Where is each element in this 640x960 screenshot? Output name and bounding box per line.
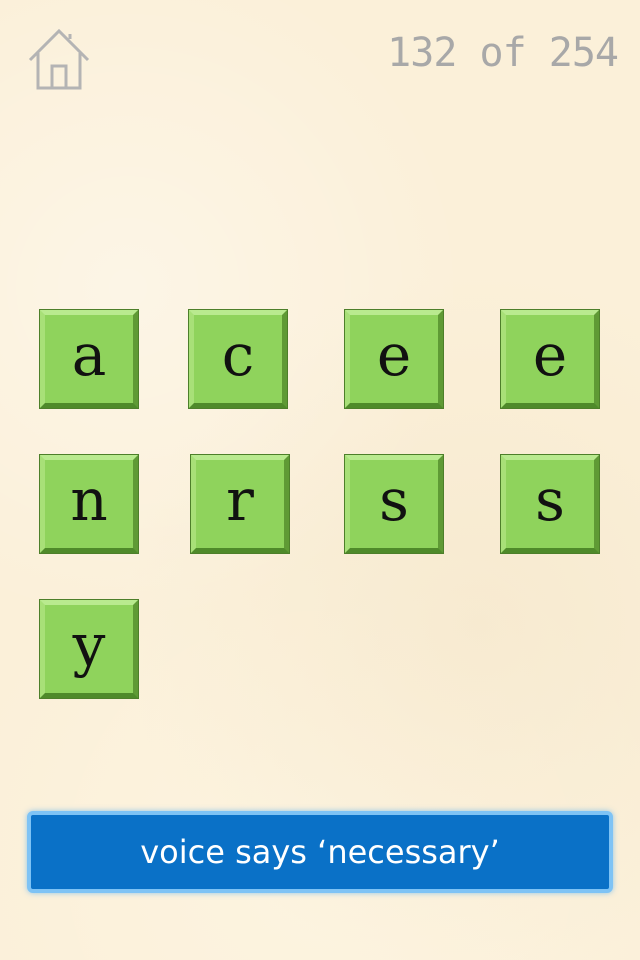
tile-letter: n (70, 466, 108, 534)
home-button[interactable] (26, 26, 92, 92)
tile-letter: a (71, 321, 107, 389)
letter-tile-c[interactable]: c (189, 310, 287, 408)
letter-tile-e[interactable]: e (345, 310, 443, 408)
tile-letter: s (379, 466, 409, 534)
voice-prompt-label: voice says ‘necessary’ (140, 833, 500, 871)
tile-letter: e (532, 321, 568, 389)
letter-tile-r[interactable]: r (191, 455, 289, 553)
voice-prompt-button[interactable]: voice says ‘necessary’ (27, 811, 613, 893)
tile-letter: c (221, 321, 255, 389)
progress-counter: 132 of 254 (387, 30, 619, 76)
tile-letter: y (72, 611, 106, 679)
letter-tile-n[interactable]: n (40, 455, 138, 553)
letter-tile-y[interactable]: y (40, 600, 138, 698)
house-icon (28, 28, 90, 90)
letter-tile-a[interactable]: a (40, 310, 138, 408)
letter-tile-s[interactable]: s (345, 455, 443, 553)
letter-tile-e-2[interactable]: e (501, 310, 599, 408)
tile-letter: r (226, 466, 254, 534)
tile-letter: e (376, 321, 412, 389)
tile-letter: s (535, 466, 565, 534)
letter-tile-s-2[interactable]: s (501, 455, 599, 553)
